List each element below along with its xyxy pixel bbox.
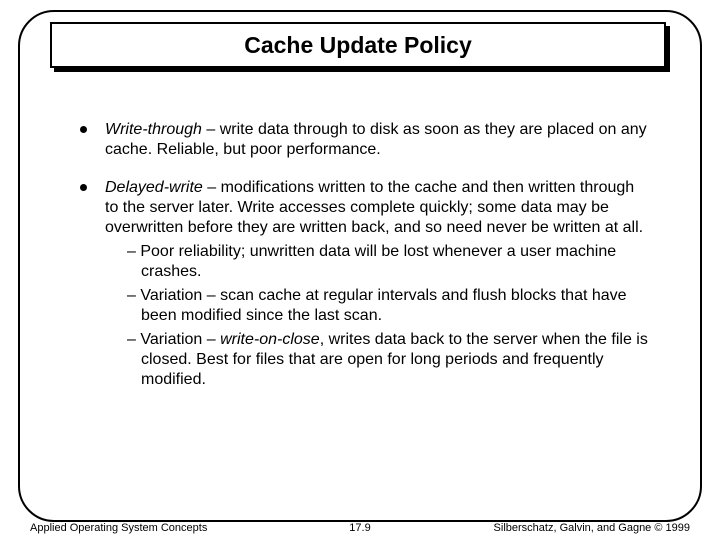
sub-bullet: Variation – write-on-close, writes data … [127,330,650,390]
footer-right: Silberschatz, Galvin, and Gagne © 1999 [494,522,690,534]
bullet-text: Write-through – write data through to di… [105,120,650,160]
title-box: Cache Update Policy [50,22,666,68]
slide-title: Cache Update Policy [244,32,472,59]
sub-term: write-on-close [220,331,320,348]
bullet-text: Delayed-write – modifications written to… [105,178,650,390]
bullet-term: Delayed-write [105,179,203,196]
bullet-dot-icon [80,126,87,133]
slide: Cache Update Policy Write-through – writ… [0,0,720,540]
sub-bullet: Variation – scan cache at regular interv… [127,286,650,326]
sub-bullet: Poor reliability; unwritten data will be… [127,242,650,282]
footer-left: Applied Operating System Concepts [30,522,207,534]
bullet-dot-icon [80,184,87,191]
content-area: Write-through – write data through to di… [80,120,650,408]
bullet-term: Write-through [105,121,202,138]
footer: Applied Operating System Concepts 17.9 S… [30,522,690,534]
bullet-item: Delayed-write – modifications written to… [80,178,650,390]
sub-pre: Variation – [140,331,220,348]
bullet-item: Write-through – write data through to di… [80,120,650,160]
